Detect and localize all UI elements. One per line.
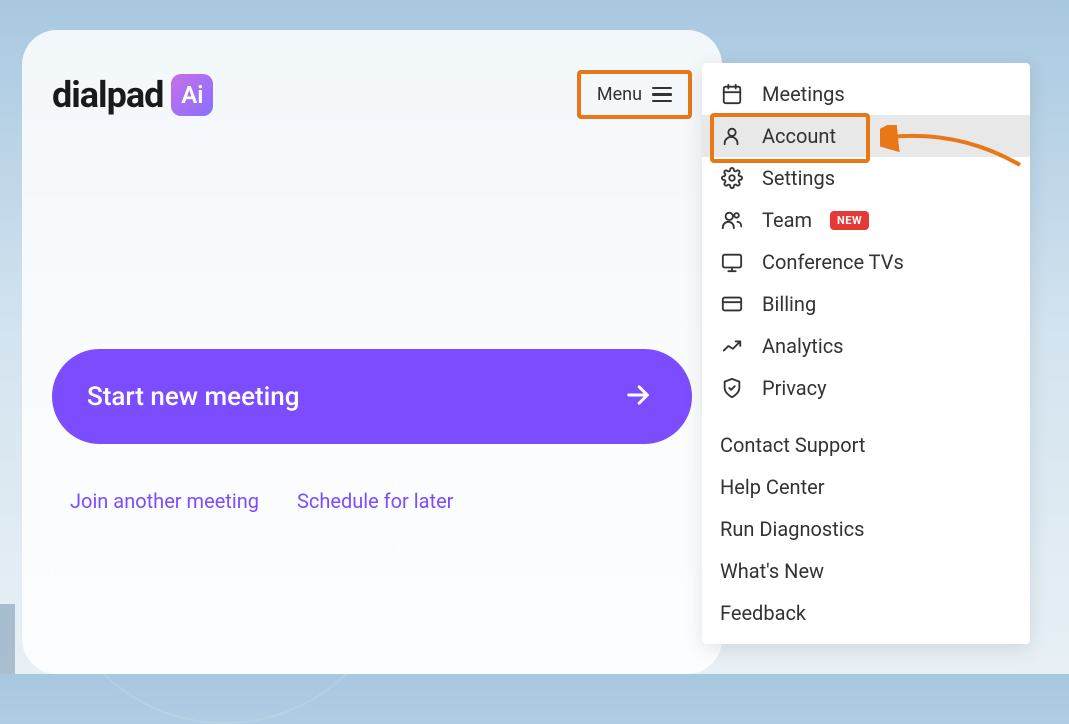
calendar-icon [720,82,744,106]
menu-item-help-center[interactable]: Help Center [702,466,1030,508]
menu-item-label: Privacy [762,376,827,400]
menu-item-label: Account [762,124,836,148]
start-meeting-button[interactable]: Start new meeting [52,349,692,444]
main-card: dialpad Ai Menu Start new meeting Join a… [22,30,722,674]
secondary-links: Join another meeting Schedule for later [52,489,692,513]
shield-icon [720,376,744,400]
chart-icon [720,334,744,358]
menu-item-meetings[interactable]: Meetings [702,73,1030,115]
join-meeting-link[interactable]: Join another meeting [70,489,259,513]
monitor-icon [720,250,744,274]
arrow-right-icon [624,381,652,413]
menu-item-billing[interactable]: Billing [702,283,1030,325]
menu-item-label: Settings [762,166,835,190]
new-badge: NEW [830,211,869,230]
menu-button-label: Menu [597,84,642,105]
menu-button[interactable]: Menu [577,70,692,119]
menu-item-team[interactable]: Team NEW [702,199,1030,241]
menu-item-label: Feedback [720,601,806,625]
gear-icon [720,166,744,190]
menu-item-settings[interactable]: Settings [702,157,1030,199]
menu-item-label: Meetings [762,82,845,106]
card-icon [720,292,744,316]
brand-ai-icon: Ai [171,74,213,116]
start-button-label: Start new meeting [87,382,300,412]
dropdown-menu: Meetings Account Settings [702,63,1030,644]
menu-item-account[interactable]: Account [702,115,1030,157]
schedule-later-link[interactable]: Schedule for later [297,489,453,513]
menu-item-feedback[interactable]: Feedback [702,592,1030,634]
header: dialpad Ai Menu [52,70,692,119]
menu-item-label: Run Diagnostics [720,517,864,541]
menu-item-analytics[interactable]: Analytics [702,325,1030,367]
menu-item-label: Team [762,208,812,232]
menu-item-label: Contact Support [720,433,865,457]
menu-item-privacy[interactable]: Privacy [702,367,1030,409]
menu-item-whats-new[interactable]: What's New [702,550,1030,592]
logo: dialpad Ai [52,74,213,116]
menu-primary-section: Meetings Account Settings [702,73,1030,409]
background-decoration [0,604,15,674]
menu-item-label: What's New [720,559,824,583]
menu-item-label: Analytics [762,334,844,358]
menu-item-contact-support[interactable]: Contact Support [702,424,1030,466]
menu-secondary-section: Contact Support Help Center Run Diagnost… [702,424,1030,634]
menu-item-label: Help Center [720,475,825,499]
team-icon [720,208,744,232]
hamburger-icon [652,87,672,103]
menu-item-label: Conference TVs [762,250,904,274]
menu-item-label: Billing [762,292,816,316]
menu-item-run-diagnostics[interactable]: Run Diagnostics [702,508,1030,550]
brand-text: dialpad [52,74,163,116]
menu-item-conference-tvs[interactable]: Conference TVs [702,241,1030,283]
user-icon [720,124,744,148]
